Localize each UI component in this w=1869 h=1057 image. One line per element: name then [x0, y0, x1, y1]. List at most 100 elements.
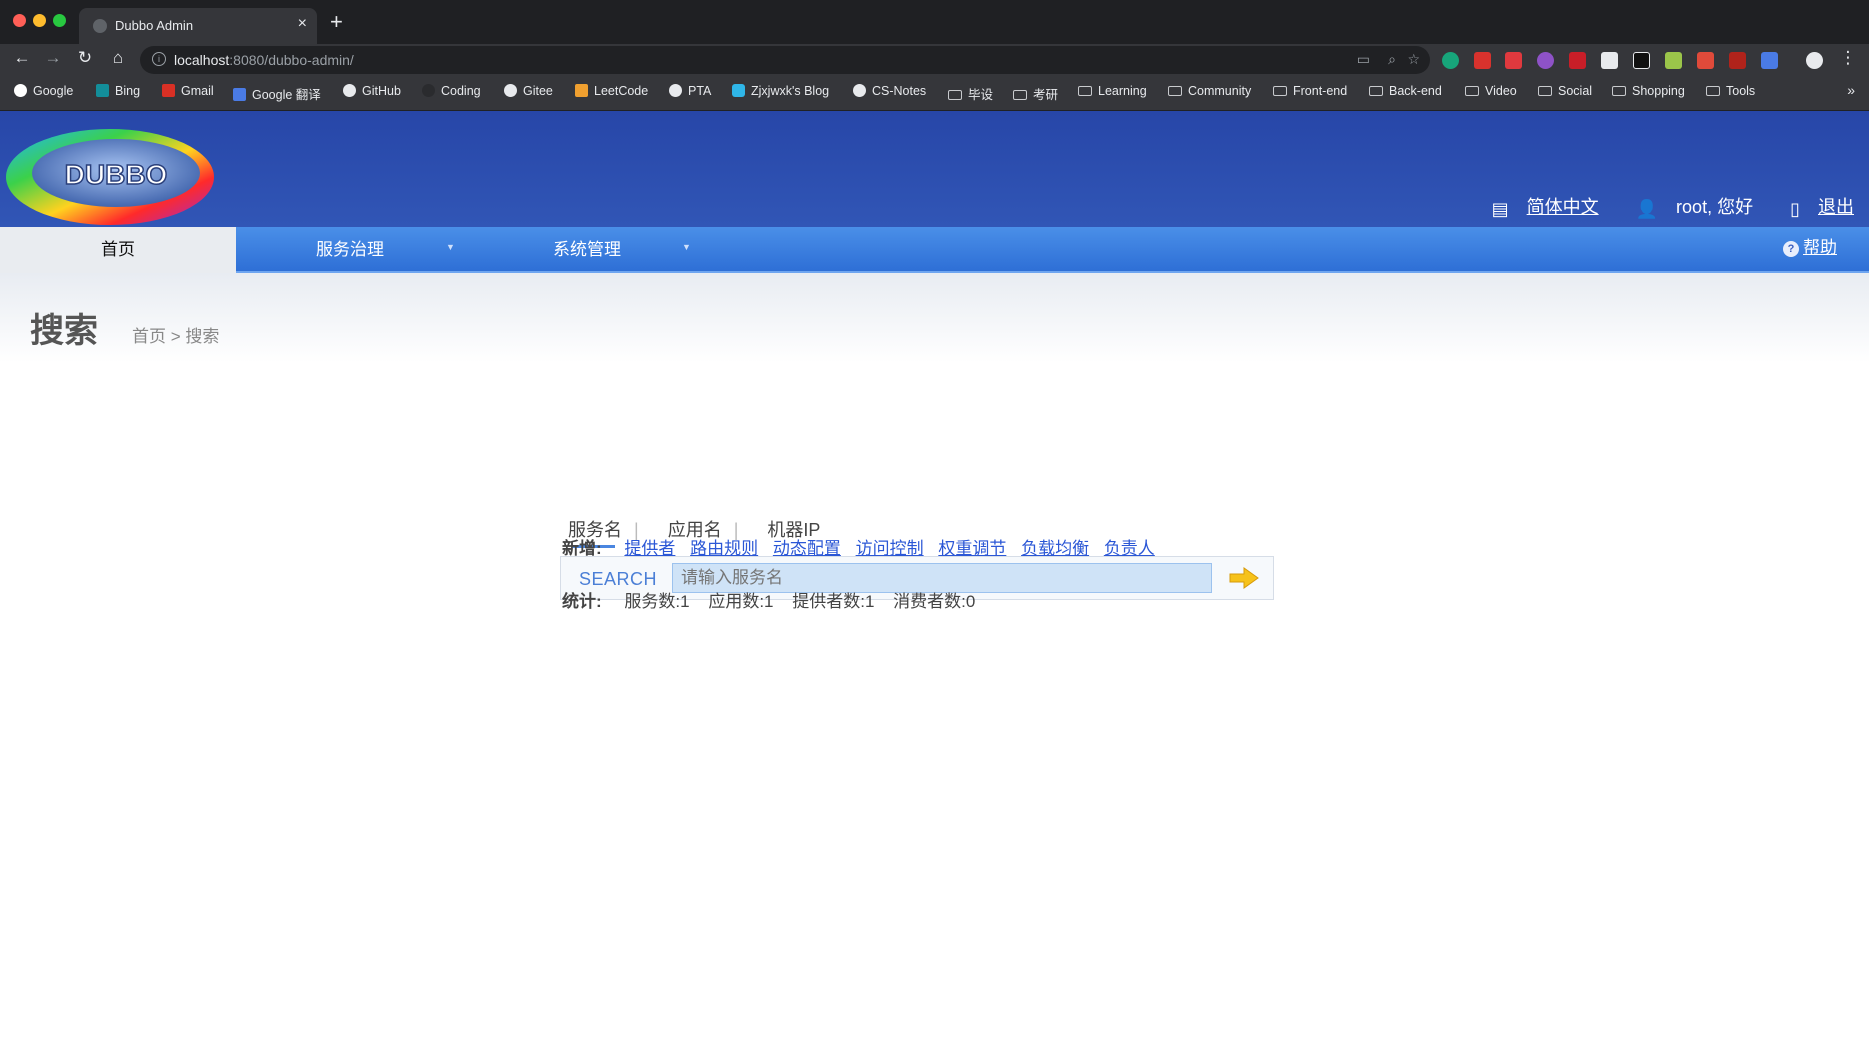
stat-providers: 提供者数:1	[792, 592, 875, 611]
forward-arrow-icon[interactable]: →	[41, 48, 65, 68]
octotree-extension-icon[interactable]	[1601, 52, 1618, 69]
bookmark-cs-notes[interactable]: CS-Notes	[853, 84, 926, 98]
bookmark-folder-frontend[interactable]: Front-end	[1273, 84, 1347, 98]
grammarly-extension-icon[interactable]	[1442, 52, 1459, 69]
stat-services: 服务数:1	[624, 592, 690, 611]
dubbo-admin-page: DUBBO ▤ 简体中文 👤 root, 您好 ▯ 退出 首页 服务治理 ▼ 系统管理…	[0, 111, 1869, 1057]
stats-label: 统计:	[562, 592, 602, 611]
bookmark-github[interactable]: GitHub	[343, 84, 401, 98]
folder-icon	[1273, 86, 1287, 96]
add-access-control-link[interactable]: 访问控制	[856, 539, 924, 558]
window-close-button[interactable]	[13, 14, 26, 27]
bookmark-folder-video[interactable]: Video	[1465, 84, 1517, 98]
globe-icon	[504, 84, 517, 97]
bookmark-folder-community[interactable]: Community	[1168, 84, 1251, 98]
dropdown-arrow-icon[interactable]: ▼	[682, 227, 691, 267]
leetcode-icon	[575, 84, 588, 97]
stat-applications: 应用数:1	[708, 592, 774, 611]
language-link[interactable]: ▤ 简体中文	[1476, 197, 1599, 219]
url-host: localhost	[174, 52, 230, 68]
bookmark-bing[interactable]: Bing	[96, 84, 140, 98]
bookmark-folder-social[interactable]: Social	[1538, 84, 1592, 98]
folder-icon	[1078, 86, 1092, 96]
window-zoom-button[interactable]	[53, 14, 66, 27]
browser-menu-icon[interactable]: ⋮	[1836, 48, 1860, 68]
folder-icon	[1538, 86, 1552, 96]
breadcrumb[interactable]: 首页 > 搜索	[132, 322, 219, 347]
search-arrow-icon[interactable]	[1229, 567, 1259, 589]
translate-icon	[233, 88, 246, 101]
dots-extension-icon[interactable]	[1569, 52, 1586, 69]
image-extension-icon[interactable]	[1665, 52, 1682, 69]
add-new-row: 新增: 提供者 路由规则 动态配置 访问控制 权重调节 负载均衡 负责人	[562, 534, 1165, 559]
nav-home[interactable]: 首页	[0, 227, 236, 273]
translate-s-extension-icon[interactable]	[1729, 52, 1746, 69]
logout-link[interactable]: ▯ 退出	[1774, 197, 1854, 219]
nav-service-governance[interactable]: 服务治理	[316, 227, 384, 273]
bookmarks-overflow-button[interactable]: »	[1847, 82, 1855, 98]
url-path: :8080/dubbo-admin/	[229, 52, 354, 68]
blog-icon	[732, 84, 745, 97]
bookmark-gitee[interactable]: Gitee	[504, 84, 553, 98]
add-weight-link[interactable]: 权重调节	[938, 539, 1006, 558]
stat-consumers: 消费者数:0	[893, 592, 976, 611]
browser-toolbar: ← → ↻ ⌂ i localhost:8080/dubbo-admin/ ▭ …	[0, 44, 1869, 76]
binary-extension-icon[interactable]	[1633, 52, 1650, 69]
gmail-icon	[162, 84, 175, 97]
mail-extension-icon[interactable]	[1474, 52, 1491, 69]
bookmark-folder-tools[interactable]: Tools	[1706, 84, 1755, 98]
bookmark-coding[interactable]: Coding	[422, 84, 481, 98]
zoom-icon[interactable]: ⌕	[1388, 51, 1396, 68]
bookmark-folder-kaoyan[interactable]: 考研	[1013, 84, 1058, 103]
pdf-extension-icon[interactable]	[1697, 52, 1714, 69]
bookmark-gmail[interactable]: Gmail	[162, 84, 214, 98]
window-minimize-button[interactable]	[33, 14, 46, 27]
bookmark-folder-learning[interactable]: Learning	[1078, 84, 1147, 98]
logo-text: DUBBO	[65, 159, 168, 190]
cast-icon[interactable]: ▭	[1357, 51, 1370, 68]
tab-favicon-icon	[93, 19, 107, 33]
add-route-rule-link[interactable]: 路由规则	[690, 539, 758, 558]
bookmark-pta[interactable]: PTA	[669, 84, 711, 98]
add-dynamic-config-link[interactable]: 动态配置	[773, 539, 841, 558]
folder-icon	[1612, 86, 1626, 96]
bookmark-zjxjwxk-blog[interactable]: Zjxjwxk's Blog	[732, 84, 829, 98]
new-tab-button[interactable]: +	[330, 9, 343, 35]
help-icon: ?	[1783, 241, 1799, 257]
back-arrow-icon[interactable]: ←	[10, 48, 34, 68]
nav-system-management[interactable]: 系统管理	[553, 227, 621, 273]
user-links: ▤ 简体中文 👤 root, 您好 ▯ 退出	[1460, 193, 1854, 220]
address-bar[interactable]: i localhost:8080/dubbo-admin/ ▭ ⌕ ☆	[140, 46, 1430, 74]
bookmark-folder-bishe[interactable]: 毕设	[948, 84, 993, 103]
dubbo-logo[interactable]: DUBBO	[4, 119, 216, 227]
bookmark-google-translate[interactable]: Google 翻译	[233, 84, 321, 103]
user-greeting: 👤 root, 您好	[1635, 197, 1754, 219]
folder-icon	[1369, 86, 1383, 96]
bookmark-folder-shopping[interactable]: Shopping	[1612, 84, 1685, 98]
bookmark-leetcode[interactable]: LeetCode	[575, 84, 648, 98]
help-link[interactable]: ? 帮助	[1783, 227, 1837, 269]
home-icon[interactable]: ⌂	[106, 48, 130, 68]
google-translate-extension-icon[interactable]	[1761, 52, 1778, 69]
site-header: DUBBO ▤ 简体中文 👤 root, 您好 ▯ 退出	[0, 111, 1869, 227]
add-load-balance-link[interactable]: 负载均衡	[1021, 539, 1089, 558]
tab-title: Dubbo Admin	[115, 18, 194, 33]
add-provider-link[interactable]: 提供者	[624, 539, 675, 558]
browser-tab[interactable]: Dubbo Admin ×	[79, 8, 317, 44]
bookmark-folder-backend[interactable]: Back-end	[1369, 84, 1442, 98]
tab-close-icon[interactable]: ×	[298, 15, 307, 33]
dropdown-arrow-icon[interactable]: ▼	[446, 227, 455, 267]
door-icon: ▯	[1790, 199, 1800, 219]
address-url: localhost:8080/dubbo-admin/	[174, 52, 354, 68]
globe-icon	[853, 84, 866, 97]
add-owner-link[interactable]: 负责人	[1104, 539, 1155, 558]
github-profile-icon[interactable]	[1806, 52, 1823, 69]
check-extension-icon[interactable]	[1537, 52, 1554, 69]
bookmark-star-icon[interactable]: ☆	[1407, 51, 1420, 68]
reload-icon[interactable]: ↻	[73, 48, 97, 68]
main-nav: 首页 服务治理 ▼ 系统管理 ▼ ? 帮助	[0, 227, 1869, 273]
site-info-icon[interactable]: i	[152, 52, 166, 66]
bookmark-google[interactable]: Google	[14, 84, 73, 98]
google-icon	[14, 84, 27, 97]
fe-extension-icon[interactable]	[1505, 52, 1522, 69]
